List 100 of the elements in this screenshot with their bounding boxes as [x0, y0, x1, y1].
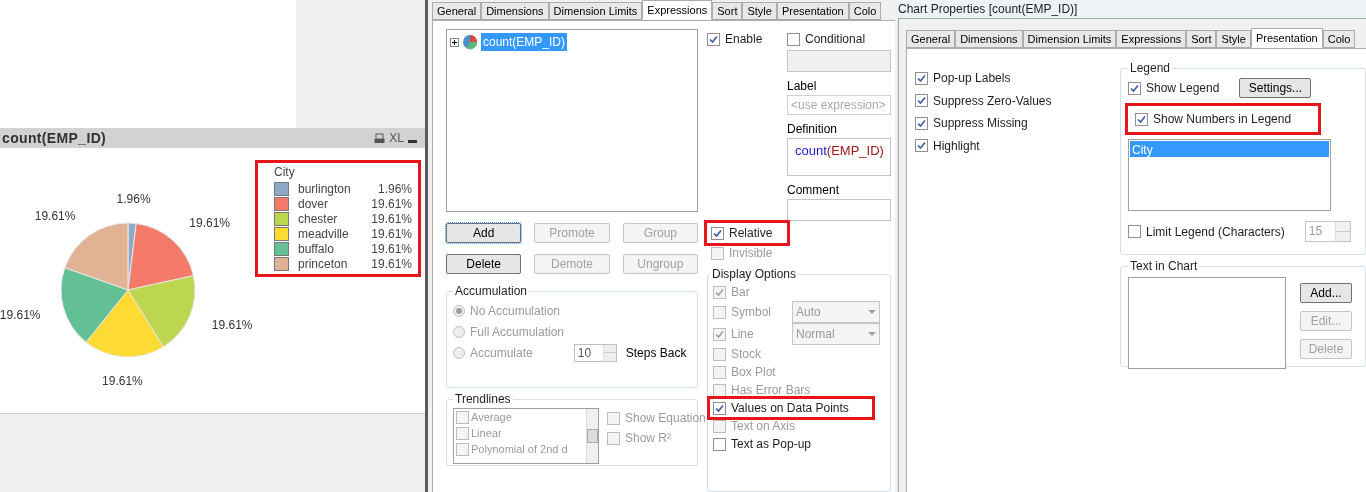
- checkbox[interactable]: [607, 411, 620, 425]
- field-label: Comment: [787, 182, 840, 199]
- checkbox-label: Show Numbers in Legend: [1153, 111, 1292, 128]
- dialog-button[interactable]: Delete: [446, 254, 522, 274]
- checkbox[interactable]: [711, 226, 724, 240]
- definition-field[interactable]: count(EMP_ID): [787, 138, 891, 176]
- tab[interactable]: Presentation: [1250, 28, 1323, 48]
- checkbox-label: Show Legend: [1146, 80, 1220, 97]
- label-field[interactable]: <use expression>: [787, 95, 891, 115]
- expand-toggle[interactable]: [450, 37, 459, 47]
- tab[interactable]: Colo: [1322, 30, 1356, 48]
- checkbox[interactable]: [1128, 81, 1141, 95]
- legend-label: buffalo: [298, 240, 335, 258]
- radio-label: Accumulate: [470, 344, 533, 362]
- dialog-button[interactable]: Settings...: [1239, 78, 1312, 98]
- legend-value: 19.61%: [371, 225, 412, 243]
- checkbox-label: Stock: [731, 346, 761, 363]
- checkbox-label: Suppress Missing: [933, 115, 1028, 133]
- slice-label: 19.61%: [34, 208, 76, 223]
- checkbox-label: Has Error Bars: [731, 382, 811, 399]
- checkbox-label: Show R²: [625, 430, 671, 447]
- dialog-button[interactable]: Add: [446, 223, 522, 243]
- checkbox[interactable]: [915, 139, 928, 153]
- checkbox-label: Symbol: [731, 304, 771, 321]
- checkbox[interactable]: [915, 71, 928, 85]
- tab[interactable]: General: [906, 30, 956, 48]
- tab[interactable]: Dimension Limits: [548, 2, 643, 20]
- field-label: Definition: [787, 121, 839, 138]
- checkbox-label: Highlight: [933, 137, 980, 155]
- checkbox[interactable]: [607, 431, 620, 445]
- legend-title: City: [274, 164, 296, 181]
- pie-icon: [462, 34, 478, 50]
- legend-value: 19.61%: [371, 210, 412, 228]
- condition-field[interactable]: [787, 50, 891, 72]
- slice-label: 19.61%: [102, 373, 143, 388]
- checkbox[interactable]: [915, 116, 928, 130]
- caret-icon: [868, 332, 876, 336]
- checkbox-label: Box Plot: [731, 364, 776, 381]
- field-label: Label: [787, 78, 818, 95]
- tab[interactable]: Style: [742, 2, 777, 20]
- checkbox[interactable]: [915, 94, 928, 108]
- checkbox-label: Line: [731, 326, 754, 343]
- checkbox[interactable]: [713, 401, 726, 415]
- caret-icon: [868, 310, 876, 314]
- checkbox[interactable]: [713, 437, 726, 451]
- checkbox[interactable]: [707, 32, 720, 46]
- tab[interactable]: Style: [1216, 30, 1251, 48]
- legend-label: princeton: [298, 255, 349, 273]
- legend-label: burlington: [298, 180, 352, 198]
- group-title: Legend: [1129, 60, 1172, 77]
- slice-label: 19.61%: [0, 307, 41, 322]
- checkbox-label: Limit Legend (Characters): [1146, 223, 1285, 241]
- checkbox-label: Conditional: [805, 31, 866, 48]
- group-title: Display Options: [711, 266, 798, 283]
- checkbox-label: Enable: [725, 31, 763, 48]
- slice-label: 1.96%: [116, 192, 151, 207]
- radio-label: Full Accumulation: [470, 323, 565, 341]
- comment-field[interactable]: [787, 199, 891, 221]
- legend-value: 19.61%: [371, 255, 412, 273]
- checkbox-label: Bar: [731, 284, 750, 301]
- tab[interactable]: Colo: [848, 2, 882, 20]
- checkbox[interactable]: [456, 426, 469, 440]
- group-title: Text in Chart: [1129, 258, 1199, 275]
- checkbox[interactable]: [787, 32, 800, 46]
- checkbox-label: Show Equation: [625, 410, 706, 427]
- tab[interactable]: Dimensions: [955, 30, 1023, 48]
- checkbox[interactable]: [456, 410, 469, 424]
- checkbox-label: Linear: [471, 425, 502, 441]
- tab[interactable]: Expressions: [642, 0, 713, 20]
- checkbox-label: Relative: [729, 225, 773, 242]
- checkbox[interactable]: [1135, 112, 1148, 126]
- toolbar-label[interactable]: XL: [389, 129, 404, 147]
- checkbox-label: Pop-up Labels: [933, 70, 1011, 88]
- slice-label: 19.61%: [211, 318, 253, 333]
- tab[interactable]: Dimension Limits: [1022, 30, 1117, 48]
- group-title: Accumulation: [454, 283, 529, 300]
- legend-label: meadville: [298, 225, 350, 243]
- printer-icon[interactable]: [374, 132, 386, 144]
- dialog-button[interactable]: Add...: [1300, 283, 1352, 303]
- checkbox-label: Text on Axis: [731, 418, 796, 435]
- tab[interactable]: Dimensions: [481, 2, 549, 20]
- tab[interactable]: General: [432, 2, 482, 20]
- legend-value: 19.61%: [371, 240, 412, 258]
- tab[interactable]: Sort: [712, 2, 743, 20]
- scrollbar[interactable]: [586, 409, 598, 463]
- tab[interactable]: Sort: [1186, 30, 1217, 48]
- legend-label: dover: [298, 196, 330, 213]
- checkbox-label: Values on Data Points: [731, 400, 849, 417]
- group-title: Trendlines: [454, 391, 512, 408]
- checkbox-label: Invisible: [729, 245, 773, 262]
- slice-label: 19.61%: [189, 215, 230, 230]
- checkbox-label: Polynomial of 2nd d: [471, 441, 568, 457]
- checkbox-label: Suppress Zero-Values: [933, 92, 1052, 110]
- radio-label: No Accumulation: [470, 302, 561, 320]
- checkbox-label: Text as Pop-up: [731, 436, 812, 453]
- legend-value: 1.96%: [377, 180, 412, 198]
- checkbox[interactable]: [456, 442, 469, 456]
- tab[interactable]: Expressions: [1116, 30, 1187, 48]
- tab[interactable]: Presentation: [776, 2, 849, 20]
- checkbox[interactable]: [1128, 225, 1141, 238]
